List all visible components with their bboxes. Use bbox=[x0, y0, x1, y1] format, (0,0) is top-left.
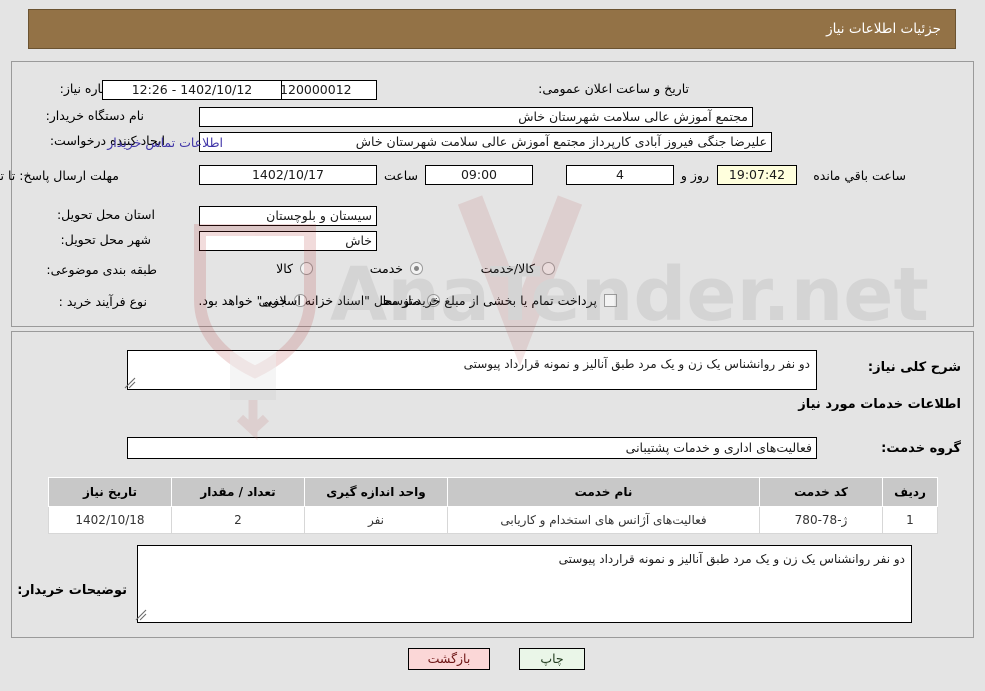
general-desc-textarea[interactable] bbox=[127, 350, 817, 390]
treasury-bond-option[interactable]: پرداخت تمام یا بخشی از مبلغ خرید،از محل … bbox=[198, 293, 617, 308]
city-label: شهر محل تحویل: bbox=[60, 232, 151, 247]
remaining-days-label: روز و bbox=[680, 168, 709, 183]
deadline-label-wrap: مهلت ارسال پاسخ: تا تاریخ: bbox=[0, 165, 119, 184]
announce-datetime-field[interactable] bbox=[102, 80, 282, 100]
th-qty: تعداد / مقدار bbox=[171, 477, 305, 507]
province-field[interactable] bbox=[199, 206, 377, 226]
city-label-wrap: شهر محل تحویل: bbox=[61, 232, 151, 247]
category-option-khedmat[interactable]: خدمت bbox=[370, 261, 423, 276]
category-radio-kala[interactable] bbox=[300, 262, 313, 275]
buyer-org-label: نام دستگاه خریدار: bbox=[45, 108, 144, 123]
deadline-label: مهلت ارسال پاسخ: تا تاریخ: bbox=[0, 168, 119, 183]
treasury-bond-note: پرداخت تمام یا بخشی از مبلغ خرید،از محل … bbox=[198, 293, 597, 308]
cell-name: فعالیت‌های آژانس های استخدام و کاریابی bbox=[447, 506, 760, 534]
th-code: کد خدمت bbox=[759, 477, 883, 507]
services-table: ردیف کد خدمت نام خدمت واحد اندازه گیری ت… bbox=[48, 477, 938, 534]
page-title: جزئیات اطلاعات نیاز bbox=[826, 21, 941, 37]
table-header-row: ردیف کد خدمت نام خدمت واحد اندازه گیری ت… bbox=[48, 477, 938, 507]
province-label: استان محل تحویل: bbox=[56, 207, 155, 222]
page-header-bar: جزئیات اطلاعات نیاز bbox=[28, 9, 956, 49]
deadline-time-label: ساعت bbox=[383, 168, 418, 183]
category-option-khedmat-label: خدمت bbox=[369, 261, 403, 276]
back-button[interactable]: بازگشت bbox=[408, 648, 490, 670]
creator-field[interactable] bbox=[199, 132, 772, 152]
th-unit: واحد اندازه گیری bbox=[304, 477, 448, 507]
print-button[interactable]: چاپ bbox=[519, 648, 585, 670]
cell-row: 1 bbox=[882, 506, 938, 534]
buyer-org-field[interactable] bbox=[199, 107, 753, 127]
category-option-kala-khedmat-label: کالا/خدمت bbox=[480, 261, 535, 276]
province-label-wrap: استان محل تحویل: bbox=[57, 207, 155, 222]
buyer-notes-textarea[interactable] bbox=[137, 545, 912, 623]
service-group-field[interactable] bbox=[127, 437, 817, 459]
need-info-panel bbox=[11, 61, 974, 327]
page-root: AnaTender.net جزئیات اطلاعات نیاز شماره … bbox=[0, 0, 985, 691]
category-option-kala[interactable]: کالا bbox=[276, 261, 313, 276]
service-group-label: گروه خدمت: bbox=[881, 441, 961, 456]
remaining-countdown-label: ساعت باقي مانده bbox=[813, 168, 906, 183]
services-heading: اطلاعات خدمات مورد نیاز bbox=[798, 397, 961, 412]
cell-unit: نفر bbox=[304, 506, 448, 534]
cell-date: 1402/10/18 bbox=[48, 506, 172, 534]
buyer-org-label-wrap: نام دستگاه خریدار: bbox=[46, 108, 144, 123]
cell-code: ژ-78-780 bbox=[759, 506, 883, 534]
category-option-kala-label: کالا bbox=[276, 261, 293, 276]
th-date: تاریخ نیاز bbox=[48, 477, 172, 507]
announce-label-wrap: تاریخ و ساعت اعلان عمومی: bbox=[538, 81, 689, 96]
process-label-wrap: نوع فرآیند خرید : bbox=[59, 294, 147, 309]
general-desc-label: شرح کلی نیاز: bbox=[867, 360, 961, 375]
th-name: نام خدمت bbox=[447, 477, 760, 507]
remaining-countdown-field[interactable] bbox=[717, 165, 797, 185]
remaining-days-field[interactable] bbox=[566, 165, 674, 185]
treasury-bond-checkbox[interactable] bbox=[604, 294, 617, 307]
table-row: 1 ژ-78-780 فعالیت‌های آژانس های استخدام … bbox=[48, 506, 938, 534]
buyer-contact-link[interactable]: اطلاعات تماس خریدار bbox=[107, 135, 223, 150]
th-row: ردیف bbox=[882, 477, 938, 507]
category-label-wrap: طبقه بندی موضوعی: bbox=[46, 262, 157, 277]
process-label: نوع فرآیند خرید : bbox=[58, 294, 147, 309]
deadline-date-field[interactable] bbox=[199, 165, 377, 185]
buyer-notes-label: توضیحات خریدار: bbox=[17, 583, 127, 598]
deadline-time-field[interactable] bbox=[425, 165, 533, 185]
category-label: طبقه بندی موضوعی: bbox=[46, 262, 157, 277]
category-radio-kala-khedmat[interactable] bbox=[542, 262, 555, 275]
announce-datetime-label: تاریخ و ساعت اعلان عمومی: bbox=[538, 81, 689, 96]
category-radio-khedmat[interactable] bbox=[410, 262, 423, 275]
city-field[interactable] bbox=[199, 231, 377, 251]
cell-qty: 2 bbox=[171, 506, 305, 534]
category-option-kala-khedmat[interactable]: کالا/خدمت bbox=[481, 261, 555, 276]
